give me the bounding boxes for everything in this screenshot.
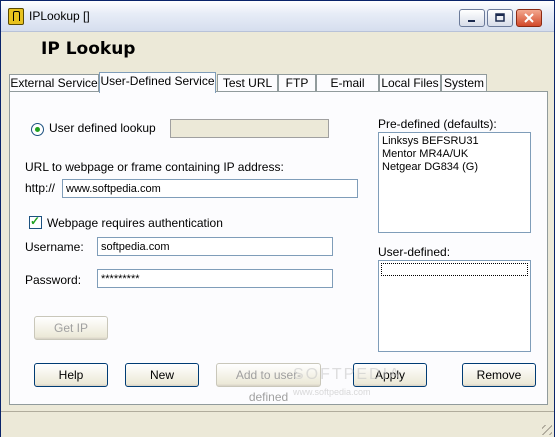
header: IP Lookup xyxy=(1,32,554,66)
userdefined-list[interactable] xyxy=(378,260,531,352)
minimize-button[interactable] xyxy=(459,9,485,27)
title-bar[interactable]: IPLookup [] xyxy=(1,1,554,32)
tab-label: External Service xyxy=(10,76,98,90)
list-item[interactable]: Netgear DG834 (G) xyxy=(379,161,530,174)
checkmark-icon: ✓ xyxy=(30,214,41,228)
predefined-label: Pre-defined (defaults): xyxy=(378,117,497,131)
url-input[interactable]: www.softpedia.com xyxy=(62,179,358,198)
tab-user-defined-service[interactable]: User-Defined Service xyxy=(99,72,216,93)
status-bar xyxy=(1,411,554,437)
auth-label: Webpage requires authentication xyxy=(47,216,223,230)
remove-button[interactable]: Remove xyxy=(462,363,536,387)
userdefined-label: User-defined: xyxy=(378,245,451,259)
predefined-list[interactable]: Linksys BEFSRU31 Mentor MR4A/UK Netgear … xyxy=(378,132,531,233)
username-field[interactable]: softpedia.com xyxy=(97,237,333,256)
tab-label: System xyxy=(443,76,484,90)
user-defined-lookup-radio[interactable] xyxy=(31,123,44,136)
minimize-icon xyxy=(460,10,484,26)
get-ip-button[interactable]: Get IP xyxy=(34,316,108,340)
maximize-icon xyxy=(488,10,512,26)
new-button[interactable]: New xyxy=(125,363,199,387)
username-label: Username: xyxy=(25,240,84,254)
tab-label: Test URL xyxy=(222,76,273,90)
tab-email[interactable]: E-mail xyxy=(316,74,379,92)
tab-label: Local Files xyxy=(381,76,439,90)
close-button[interactable] xyxy=(516,9,542,27)
focus-rectangle xyxy=(381,263,528,276)
tab-external-service[interactable]: External Service xyxy=(9,74,99,92)
watermark: SOFTPEDIA xyxy=(293,366,402,383)
resize-grip-icon[interactable] xyxy=(542,425,552,435)
url-prefix: http:// xyxy=(25,181,56,195)
url-caption: URL to webpage or frame containing IP ad… xyxy=(25,160,284,174)
password-label: Password: xyxy=(25,273,82,287)
page-title: IP Lookup xyxy=(41,39,136,59)
tab-local-files[interactable]: Local Files xyxy=(379,74,441,92)
list-item[interactable]: Linksys BEFSRU31 xyxy=(379,135,530,148)
window-title: IPLookup [] xyxy=(29,9,90,23)
tab-system[interactable]: System xyxy=(441,74,487,92)
tab-ftp[interactable]: FTP xyxy=(278,74,316,92)
watermark-url: www.softpedia.com xyxy=(293,387,371,397)
radio-label: User defined lookup xyxy=(49,121,156,135)
auth-checkbox[interactable]: ✓ xyxy=(29,214,42,229)
list-item[interactable]: Mentor MR4A/UK xyxy=(379,148,530,161)
close-icon xyxy=(517,10,541,26)
tab-panel: User defined lookup URL to webpage or fr… xyxy=(9,91,548,405)
lookup-field[interactable] xyxy=(170,119,329,138)
tab-label: User-Defined Service xyxy=(100,74,215,88)
app-icon xyxy=(8,8,24,25)
tab-label: E-mail xyxy=(330,76,365,90)
maximize-button[interactable] xyxy=(487,9,513,27)
password-field[interactable]: ********* xyxy=(97,269,333,288)
app-window: IPLookup [] IP Lookup External Service U… xyxy=(0,0,555,437)
help-button[interactable]: Help xyxy=(34,363,108,387)
tab-label: FTP xyxy=(285,76,309,90)
tab-test-url[interactable]: Test URL xyxy=(217,74,278,92)
